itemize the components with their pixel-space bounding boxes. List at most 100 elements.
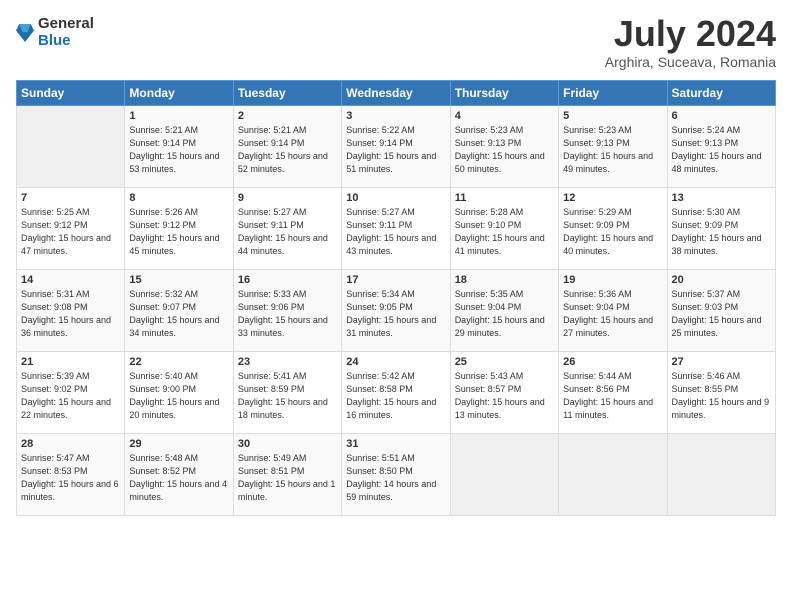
calendar-week-1: 1 Sunrise: 5:21 AMSunset: 9:14 PMDaylight… [17,106,776,188]
day-number: 13 [672,192,771,204]
calendar-cell [450,434,558,516]
day-info: Sunrise: 5:46 AMSunset: 8:55 PMDaylight:… [672,371,770,420]
day-number: 19 [563,274,662,286]
calendar-cell: 6 Sunrise: 5:24 AMSunset: 9:13 PMDaylight… [667,106,775,188]
day-info: Sunrise: 5:36 AMSunset: 9:04 PMDaylight:… [563,289,653,338]
day-info: Sunrise: 5:35 AMSunset: 9:04 PMDaylight:… [455,289,545,338]
header-tuesday: Tuesday [233,81,341,106]
day-number: 6 [672,110,771,122]
header-thursday: Thursday [450,81,558,106]
calendar-cell: 12 Sunrise: 5:29 AMSunset: 9:09 PMDayligh… [559,188,667,270]
calendar-cell: 15 Sunrise: 5:32 AMSunset: 9:07 PMDayligh… [125,270,233,352]
calendar-table: Sunday Monday Tuesday Wednesday Thursday… [16,80,776,516]
calendar-cell: 21Sunrise: 5:39 AMSunset: 9:02 PMDayligh… [17,352,125,434]
header-saturday: Saturday [667,81,775,106]
day-number: 30 [238,438,337,450]
day-number: 27 [672,356,771,368]
calendar-cell: 22 Sunrise: 5:40 AMSunset: 9:00 PMDayligh… [125,352,233,434]
day-info: Sunrise: 5:48 AMSunset: 8:52 PMDaylight:… [129,453,227,502]
day-info: Sunrise: 5:32 AMSunset: 9:07 PMDaylight:… [129,289,219,338]
calendar-cell: 2 Sunrise: 5:21 AMSunset: 9:14 PMDaylight… [233,106,341,188]
calendar-cell: 20 Sunrise: 5:37 AMSunset: 9:03 PMDayligh… [667,270,775,352]
header-row: Sunday Monday Tuesday Wednesday Thursday… [17,81,776,106]
day-number: 24 [346,356,445,368]
day-number: 1 [129,110,228,122]
logo-text: General Blue [38,16,94,49]
day-info: Sunrise: 5:26 AMSunset: 9:12 PMDaylight:… [129,207,219,256]
calendar-week-2: 7 Sunrise: 5:25 AMSunset: 9:12 PMDaylight… [17,188,776,270]
calendar-cell: 1 Sunrise: 5:21 AMSunset: 9:14 PMDaylight… [125,106,233,188]
calendar-cell: 19 Sunrise: 5:36 AMSunset: 9:04 PMDayligh… [559,270,667,352]
day-info: Sunrise: 5:21 AMSunset: 9:14 PMDaylight:… [129,125,219,174]
calendar-cell: 25 Sunrise: 5:43 AMSunset: 8:57 PMDayligh… [450,352,558,434]
day-info: Sunrise: 5:23 AMSunset: 9:13 PMDaylight:… [455,125,545,174]
day-info: Sunrise: 5:29 AMSunset: 9:09 PMDaylight:… [563,207,653,256]
day-number: 25 [455,356,554,368]
calendar-cell: 4 Sunrise: 5:23 AMSunset: 9:13 PMDaylight… [450,106,558,188]
day-number: 8 [129,192,228,204]
calendar-header: Sunday Monday Tuesday Wednesday Thursday… [17,81,776,106]
calendar-week-5: 28Sunrise: 5:47 AMSunset: 8:53 PMDayligh… [17,434,776,516]
day-info: Sunrise: 5:49 AMSunset: 8:51 PMDaylight:… [238,453,336,502]
day-info: Sunrise: 5:44 AMSunset: 8:56 PMDaylight:… [563,371,653,420]
day-number: 18 [455,274,554,286]
calendar-cell: 27 Sunrise: 5:46 AMSunset: 8:55 PMDayligh… [667,352,775,434]
day-info: Sunrise: 5:34 AMSunset: 9:05 PMDaylight:… [346,289,436,338]
day-info: Sunrise: 5:21 AMSunset: 9:14 PMDaylight:… [238,125,328,174]
day-info: Sunrise: 5:25 AMSunset: 9:12 PMDaylight:… [21,207,111,256]
day-number: 31 [346,438,445,450]
calendar-cell: 16 Sunrise: 5:33 AMSunset: 9:06 PMDayligh… [233,270,341,352]
calendar-cell: 24Sunrise: 5:42 AMSunset: 8:58 PMDayligh… [342,352,450,434]
month-title: July 2024 [605,16,776,52]
day-number: 26 [563,356,662,368]
day-info: Sunrise: 5:23 AMSunset: 9:13 PMDaylight:… [563,125,653,174]
calendar-cell: 28Sunrise: 5:47 AMSunset: 8:53 PMDayligh… [17,434,125,516]
day-number: 10 [346,192,445,204]
day-number: 22 [129,356,228,368]
page-header: General Blue July 2024 Arghira, Suceava,… [16,16,776,70]
day-number: 7 [21,192,120,204]
calendar-cell: 14Sunrise: 5:31 AMSunset: 9:08 PMDayligh… [17,270,125,352]
day-info: Sunrise: 5:24 AMSunset: 9:13 PMDaylight:… [672,125,762,174]
day-info: Sunrise: 5:43 AMSunset: 8:57 PMDaylight:… [455,371,545,420]
calendar-cell: 7 Sunrise: 5:25 AMSunset: 9:12 PMDaylight… [17,188,125,270]
day-info: Sunrise: 5:27 AMSunset: 9:11 PMDaylight:… [238,207,328,256]
day-number: 20 [672,274,771,286]
day-number: 14 [21,274,120,286]
day-number: 12 [563,192,662,204]
calendar-cell: 23Sunrise: 5:41 AMSunset: 8:59 PMDayligh… [233,352,341,434]
day-info: Sunrise: 5:27 AMSunset: 9:11 PMDaylight:… [346,207,436,256]
header-wednesday: Wednesday [342,81,450,106]
day-info: Sunrise: 5:30 AMSunset: 9:09 PMDaylight:… [672,207,762,256]
calendar-cell: 17 Sunrise: 5:34 AMSunset: 9:05 PMDayligh… [342,270,450,352]
day-info: Sunrise: 5:41 AMSunset: 8:59 PMDaylight:… [238,371,328,420]
calendar-cell: 18 Sunrise: 5:35 AMSunset: 9:04 PMDayligh… [450,270,558,352]
calendar-cell: 31 Sunrise: 5:51 AMSunset: 8:50 PMDayligh… [342,434,450,516]
header-monday: Monday [125,81,233,106]
day-info: Sunrise: 5:22 AMSunset: 9:14 PMDaylight:… [346,125,436,174]
calendar-body: 1 Sunrise: 5:21 AMSunset: 9:14 PMDaylight… [17,106,776,516]
calendar-cell: 3Sunrise: 5:22 AMSunset: 9:14 PMDaylight… [342,106,450,188]
day-number: 4 [455,110,554,122]
calendar-cell: 13 Sunrise: 5:30 AMSunset: 9:09 PMDayligh… [667,188,775,270]
day-info: Sunrise: 5:40 AMSunset: 9:00 PMDaylight:… [129,371,219,420]
logo-blue-text: Blue [38,33,94,50]
day-info: Sunrise: 5:33 AMSunset: 9:06 PMDaylight:… [238,289,328,338]
day-number: 11 [455,192,554,204]
calendar-week-4: 21Sunrise: 5:39 AMSunset: 9:02 PMDayligh… [17,352,776,434]
day-number: 15 [129,274,228,286]
day-info: Sunrise: 5:37 AMSunset: 9:03 PMDaylight:… [672,289,762,338]
day-number: 17 [346,274,445,286]
day-number: 28 [21,438,120,450]
header-friday: Friday [559,81,667,106]
location-subtitle: Arghira, Suceava, Romania [605,54,776,70]
calendar-cell [559,434,667,516]
calendar-cell: 11Sunrise: 5:28 AMSunset: 9:10 PMDayligh… [450,188,558,270]
day-number: 16 [238,274,337,286]
day-number: 2 [238,110,337,122]
calendar-cell: 8 Sunrise: 5:26 AMSunset: 9:12 PMDaylight… [125,188,233,270]
day-number: 21 [21,356,120,368]
day-info: Sunrise: 5:51 AMSunset: 8:50 PMDaylight:… [346,453,436,502]
header-sunday: Sunday [17,81,125,106]
logo: General Blue [16,16,94,49]
